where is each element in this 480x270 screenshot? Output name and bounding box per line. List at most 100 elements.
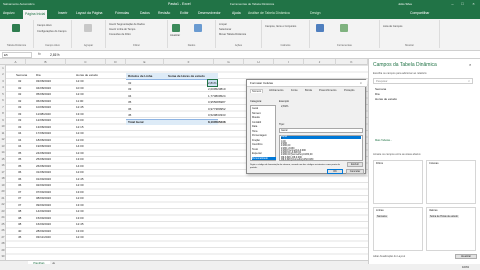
type-label: Tipo: — [279, 123, 285, 126]
ribbon-group-filter: Inserir Segmentação de Dados Inserir Lin… — [106, 20, 168, 48]
category-item[interactable]: Especial — [252, 152, 261, 155]
autosave-label[interactable]: Salvamento Automático — [3, 2, 35, 6]
tab-protecao[interactable]: Proteção — [344, 89, 354, 92]
category-item[interactable]: Personalizado — [252, 156, 276, 160]
table-cell[interactable]: 45 — [18, 234, 21, 241]
category-item[interactable]: Contábil — [252, 121, 261, 124]
table-cell[interactable]: 12:30 — [76, 234, 84, 241]
tab-numero[interactable]: Número — [250, 89, 264, 93]
user-name[interactable]: João Silva — [398, 2, 412, 6]
table-cell[interactable]: 03/11/2020 — [36, 234, 51, 241]
cancel-button[interactable]: Cancelar — [346, 169, 364, 174]
pane-title: Campos da Tabela Dinâmica — [373, 62, 437, 68]
rows-item[interactable]: Semana — [376, 215, 388, 218]
category-item[interactable]: Porcentagem — [252, 134, 267, 137]
close-button[interactable]: × — [470, 1, 477, 7]
ribbon-group-active-field: Campo Ativo Configurações do Campo Campo… — [34, 20, 72, 48]
category-item[interactable]: Geral — [252, 107, 258, 110]
pane-close-icon[interactable]: × — [469, 62, 471, 67]
formula-input[interactable]: 2,81% — [50, 52, 60, 58]
tab-exibir[interactable]: Exibir — [180, 11, 188, 15]
type-input[interactable]: Geral — [279, 128, 363, 133]
pivot-total-label[interactable]: Total Geral — [128, 119, 143, 126]
group-icon[interactable] — [84, 24, 92, 32]
choose-fields-label: Escolha os campos para adicionar ao rela… — [373, 72, 428, 75]
zoom-level[interactable]: 100% — [462, 265, 469, 269]
pivot-value-header[interactable]: Soma de Horas de estudo — [168, 73, 205, 80]
pivot-total-value[interactable]: 8,100595238 — [208, 119, 226, 126]
datasource-icon[interactable] — [194, 24, 202, 32]
ok-button[interactable]: OK — [327, 169, 343, 174]
tab-ajuda[interactable]: Ajuda — [232, 11, 241, 15]
category-item[interactable]: Número — [252, 112, 261, 115]
filters-area[interactable]: Filtros — [373, 160, 423, 204]
pivot-row-label-header[interactable]: Rótulos de Linha — [128, 73, 152, 80]
type-item[interactable]: Geral — [281, 135, 361, 139]
search-icon: ⌕ — [468, 79, 470, 83]
tab-fonte[interactable]: Fonte — [291, 89, 298, 92]
pivot-fields-pane: Campos da Tabela Dinâmica × Escolha os c… — [368, 59, 480, 264]
tab-revisao[interactable]: Revisão — [158, 11, 170, 15]
recommended-icon[interactable] — [340, 24, 348, 32]
title-bar: Salvamento Automático Pasta1 - Excel Fer… — [0, 0, 480, 9]
type-item[interactable]: R$ #.##0;[Vermelho]-R$ #.##0 — [281, 158, 313, 162]
tab-analise[interactable]: Análise de Tabela Dinâmica — [248, 11, 290, 15]
dialog-title: Formatar Células — [247, 80, 367, 87]
delete-button[interactable]: Excluir — [347, 162, 363, 167]
maximize-button[interactable]: □ — [459, 1, 466, 7]
field-search[interactable]: Pesquisar ⌕ — [373, 78, 473, 84]
refresh-icon[interactable] — [172, 24, 180, 32]
more-tables-link[interactable]: Mais Tabelas... — [375, 139, 392, 142]
search-input[interactable]: Pesquisar — [376, 80, 388, 83]
fx-icon[interactable]: fx — [38, 52, 41, 56]
category-item[interactable]: Fração — [252, 139, 260, 142]
sample-value: 2,81% — [281, 105, 289, 108]
pivot-icon[interactable] — [12, 24, 20, 32]
field-item[interactable]: Horas de estudo — [375, 97, 397, 101]
field-item[interactable]: Semana — [375, 87, 386, 91]
pivot-table[interactable]: Rótulos de Linha Soma de Horas de estudo… — [122, 73, 226, 145]
ribbon: Tabela Dinâmica Campo Ativo Configuraçõe… — [0, 19, 480, 51]
type-list[interactable]: Geral 0 0,00 #.##0 #.##0,00 #.##0;-#.##0 #.##0… — [279, 135, 363, 161]
field-item[interactable]: Dia — [375, 92, 380, 96]
category-item[interactable]: Científico — [252, 143, 262, 146]
category-item[interactable]: Moeda — [252, 116, 260, 119]
tab-alinhamento[interactable]: Alinhamento — [269, 89, 283, 92]
category-item[interactable]: Data — [252, 125, 257, 128]
tools-title: Ferramentas de Tabela Dinâmica — [230, 2, 275, 6]
tab-design[interactable]: Design — [310, 11, 321, 15]
dialog-close-icon[interactable]: × — [360, 81, 362, 85]
pivotchart-icon[interactable] — [316, 24, 324, 32]
name-box[interactable]: E5 — [2, 52, 32, 58]
values-area[interactable]: Valores Soma de Horas de estudo — [426, 207, 476, 251]
ribbon-group-tools: Ferramentas — [310, 20, 380, 48]
tab-desenvolvedor[interactable]: Desenvolvedor — [198, 11, 221, 15]
defer-update-checkbox[interactable]: Adiar Atualização do Layout — [373, 255, 405, 258]
tab-preenchimento[interactable]: Preenchimento — [319, 89, 336, 92]
share-button[interactable]: Compartilhar — [410, 11, 429, 15]
format-cells-dialog: Formatar Células × Número Alinhamento Fo… — [246, 79, 367, 174]
tab-inserir[interactable]: Inserir — [58, 11, 67, 15]
rows-area[interactable]: Linhas Semana — [373, 207, 423, 251]
ribbon-tabs: Arquivo Página Inicial Inserir Layout da… — [0, 9, 480, 19]
tab-layout[interactable]: Layout da Página — [76, 11, 102, 15]
tab-formulas[interactable]: Fórmulas — [115, 11, 129, 15]
tab-arquivo[interactable]: Arquivo — [3, 11, 15, 15]
category-item[interactable]: Hora — [252, 130, 257, 133]
update-button[interactable]: Atualizar — [455, 254, 477, 259]
ribbon-group-pivot: Tabela Dinâmica — [0, 20, 34, 48]
category-list[interactable]: Geral Número Moeda Contábil Data Hora Porcenta… — [250, 105, 276, 161]
window-title: Pasta1 - Excel — [168, 2, 191, 6]
category-label: Categoria: — [250, 100, 262, 103]
status-bar: 100% — [0, 264, 480, 270]
minimize-button[interactable]: – — [449, 1, 456, 7]
tab-dados[interactable]: Dados — [140, 11, 150, 15]
ribbon-group-group: Agrupar — [72, 20, 106, 48]
tab-pagina-inicial[interactable]: Página Inicial — [23, 10, 48, 19]
ribbon-group-data: Atualizar Dados — [168, 20, 216, 48]
category-item[interactable]: Texto — [252, 148, 258, 151]
columns-area[interactable]: Colunas — [426, 160, 476, 204]
values-item[interactable]: Soma de Horas de estudo — [429, 215, 459, 218]
tab-borda[interactable]: Borda — [305, 89, 312, 92]
ribbon-group-show: Lista de Campos Mostrar — [380, 20, 440, 48]
